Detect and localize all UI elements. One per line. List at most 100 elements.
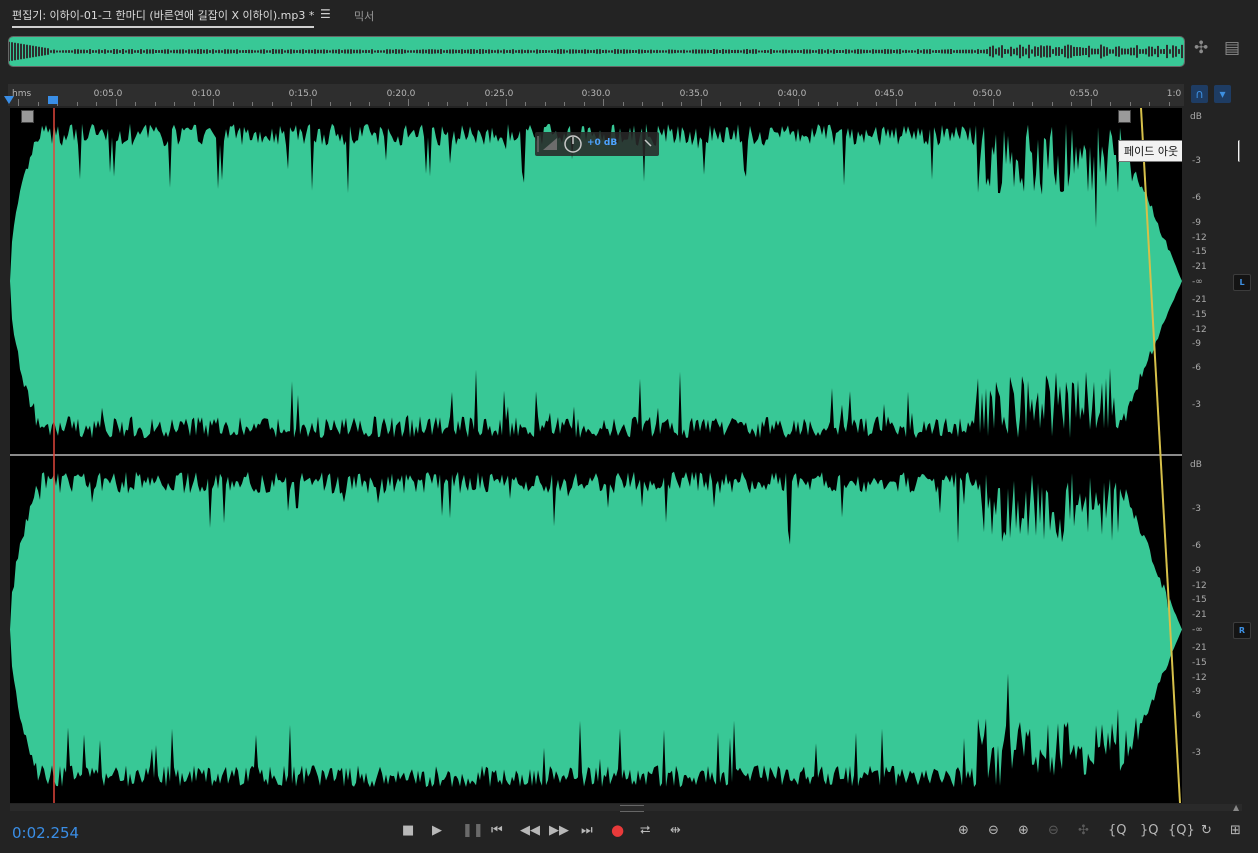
selection-start-marker[interactable] [4,96,14,104]
transport-bar: 0:02.254 ■ ▶ ❚❚ ⏮ ◀◀ ▶▶ ⏭ ● ⮂ ⇹ ⊕ ⊖ ⊕ ⊖ … [0,815,1258,853]
db-tick-label: -3 [1192,400,1201,410]
waveform-graphic [10,108,1182,803]
loop-icon[interactable]: ⮂ [640,823,650,838]
db-tick-label: -21 [1192,643,1207,653]
ruler-tick-label: 0:20.0 [386,89,416,99]
ruler-tick [18,99,19,106]
db-tick-label: -6 [1192,711,1201,721]
ruler-tick [973,102,975,106]
rewind-icon[interactable]: ◀◀ [520,823,540,838]
zoom-full-icon[interactable]: ⊞ [1230,823,1241,838]
channel-right-badge[interactable]: R [1233,622,1251,639]
ruler-tick-label: 0:30.0 [581,89,611,99]
ruler-tick [525,102,526,106]
skip-to-end-icon[interactable]: ⏭ [581,823,593,838]
ruler-tick [193,102,195,106]
waveform-display[interactable] [10,108,1182,803]
fade-out-handle[interactable] [1118,110,1131,123]
playhead-marker[interactable] [48,96,58,104]
ruler-tick-label: 1:0 [1166,89,1182,99]
db-scale-left: dB -3 -6 -9 -12 -15 -21 -∞ -21 -15 -12 -9 -6 -3 [1182,108,1238,454]
scroll-up-icon[interactable]: ▲ [1233,803,1239,812]
ruler-tick [642,102,643,106]
gain-value: +0 dB [587,138,618,148]
db-tick-label: -3 [1192,748,1201,758]
ruler-tick-label: 0:25.0 [484,89,514,99]
db-tick-label: -6 [1192,193,1201,203]
ruler-tick-label: 0:55.0 [1069,89,1099,99]
record-icon[interactable]: ● [611,821,624,839]
ruler-unit-label: hms [12,89,32,99]
ruler-tick [661,102,663,106]
ruler-tick [739,102,741,106]
ruler-tick [232,102,234,106]
db-tick-label: -6 [1192,541,1201,551]
ruler-tick [330,102,331,106]
pause-icon[interactable]: ❚❚ [462,823,484,838]
ruler-tick [1071,102,1072,106]
ruler-tick [505,99,507,106]
db-tick-label: -9 [1192,339,1201,349]
waveform-channel [10,123,1182,439]
db-tick-label: -15 [1192,595,1207,605]
ruler-tick [915,102,916,106]
ruler-tick-label: 0:45.0 [874,89,904,99]
ruler-tick-label: 0:40.0 [777,89,807,99]
marker-icon[interactable]: ▾ [1214,85,1231,103]
db-tick-label: -12 [1192,673,1207,683]
ruler-tick [1168,102,1170,106]
ruler-tick [271,102,273,106]
ruler-tick [486,102,487,106]
channel-left-badge[interactable]: L [1233,274,1251,291]
zoom-in-amplitude-icon[interactable]: ⊕ [958,823,969,838]
ruler-tick [564,102,565,106]
tab-menu-icon[interactable]: ☰ [320,7,331,21]
zoom-out-full-icon[interactable]: ✣ [1078,823,1089,838]
zoom-reset-icon[interactable]: ↻ [1201,823,1212,838]
db-scale-right: dB -3 -6 -9 -12 -15 -21 -∞ -21 -15 -12 -9 -6 -3 [1182,456,1238,803]
ruler-tick [856,102,858,106]
ruler-tick [174,102,175,106]
db-tick-label: -12 [1192,233,1207,243]
zoom-out-amplitude-icon[interactable]: ⊖ [988,823,999,838]
ruler-tick [37,102,39,106]
ruler-tick [349,102,351,106]
tab-editor[interactable]: 편집기: 이하이-01-그 한마디 (바른연애 길잡이 X 이하이).mp3 * [12,7,315,28]
zoom-in-point-icon[interactable]: {Q [1108,823,1127,838]
ruler-tick [817,102,819,106]
magnet-icon[interactable]: ∩ [1191,85,1208,103]
ruler-tick [427,102,429,106]
ruler-tick [1032,102,1033,106]
db-tick-label: -9 [1192,218,1201,228]
ruler-tick [681,102,682,106]
skip-selection-icon[interactable]: ⇹ [670,823,681,838]
zoom-in-time-icon[interactable]: ⊕ [1018,823,1029,838]
current-time-display[interactable]: 0:02.254 [12,824,79,842]
fast-forward-icon[interactable]: ▶▶ [549,823,569,838]
skip-to-start-icon[interactable]: ⏮ [491,823,503,838]
zoom-selection-icon[interactable]: ✣ [1194,38,1208,58]
zoom-out-time-icon[interactable]: ⊖ [1048,823,1059,838]
ruler-tick [895,99,897,106]
ruler-tick [388,102,390,106]
zoom-selection-time-icon[interactable]: {Q} [1168,823,1195,838]
gain-hud[interactable]: +0 dB [535,132,659,156]
time-ruler[interactable]: hms 0:05.0 0:10.0 0:15.0 0:20.0 0:25.0 0:30.0… [8,84,1184,106]
stop-icon[interactable]: ■ [402,823,414,838]
db-tick-label: -6 [1192,363,1201,373]
fade-in-handle[interactable] [21,110,34,123]
ruler-tick [759,102,760,106]
overview-waveform[interactable] [8,36,1185,67]
play-icon[interactable]: ▶ [432,823,442,838]
panel-menu-icon[interactable]: ▤ [1224,38,1240,58]
db-tick-label: -21 [1192,262,1207,272]
ruler-tick [778,102,780,106]
db-tick-label: -9 [1192,566,1201,576]
ruler-tick [1129,102,1131,106]
tab-mixer[interactable]: 믹서 [354,8,374,24]
zoom-out-point-icon[interactable]: }Q [1140,823,1159,838]
scrollbar-grip[interactable] [620,805,644,812]
ruler-tick [291,102,292,106]
ruler-tick [876,102,877,106]
ruler-tick [603,99,604,106]
